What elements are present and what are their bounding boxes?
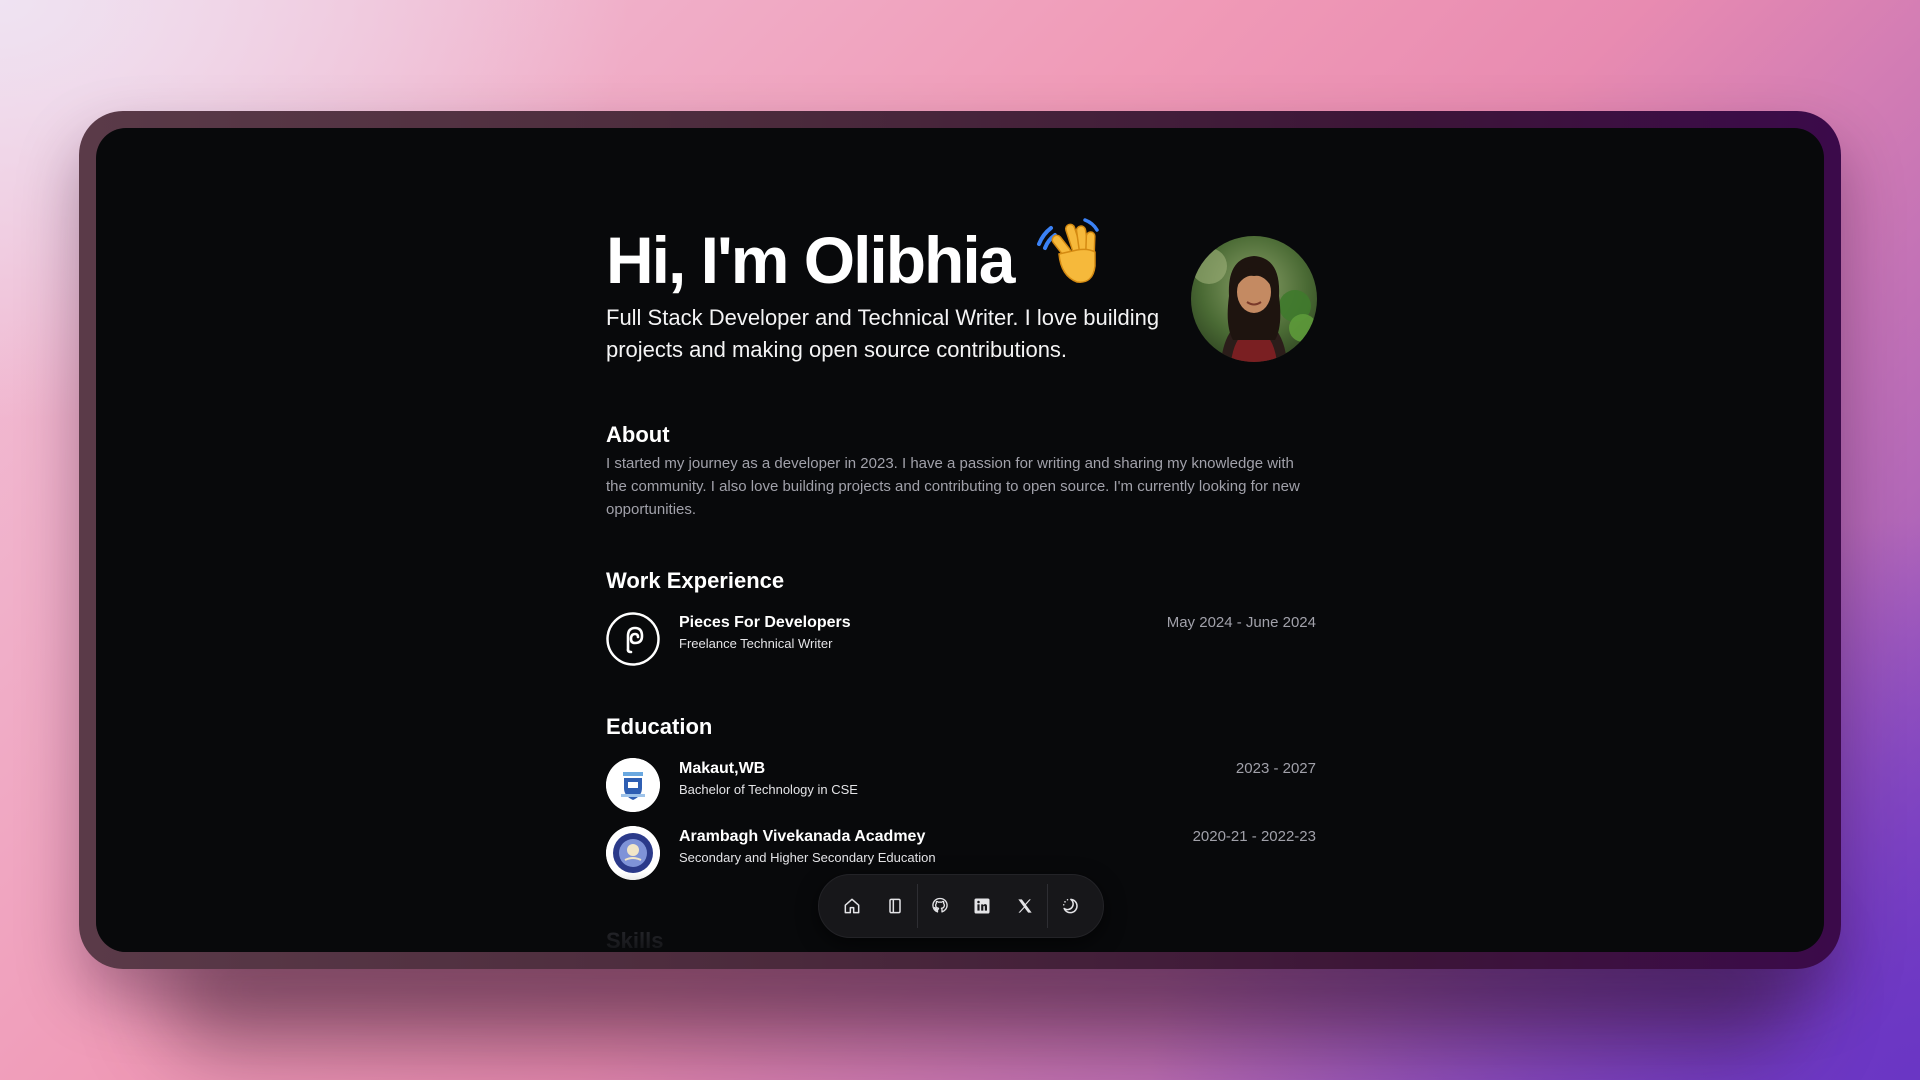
- school-name: Makaut,WB: [679, 760, 766, 777]
- education-dates: 2023 - 2027: [1235, 760, 1316, 777]
- greeting-text: Hi, I'm Olibhia: [606, 223, 1015, 297]
- blog-button[interactable]: [873, 884, 915, 929]
- dock-separator: [1046, 884, 1048, 928]
- school-name: Arambagh Vivekanada Acadmey: [679, 828, 926, 845]
- hero-tagline: Full Stack Developer and Technical Write…: [606, 305, 1160, 362]
- about-text: I started my journey as a developer in 2…: [606, 455, 1300, 518]
- theme-toggle-button[interactable]: [1049, 884, 1091, 929]
- home-icon: [844, 898, 860, 914]
- github-button[interactable]: [919, 884, 961, 929]
- arambagh-logo-icon: [606, 826, 660, 880]
- degree: Secondary and Higher Secondary Education: [679, 850, 936, 865]
- skills-heading: Skills: [606, 928, 664, 952]
- waving-hand-icon: [1033, 214, 1109, 307]
- work-entry-pieces[interactable]: Pieces For Developers Freelance Technica…: [606, 612, 1316, 668]
- github-icon: [932, 897, 948, 913]
- education-heading: Education: [606, 714, 713, 739]
- x-icon: [1017, 899, 1032, 913]
- work-heading: Work Experience: [606, 568, 785, 593]
- x-button[interactable]: [1003, 884, 1045, 929]
- theme-toggle-icon: [1062, 898, 1078, 914]
- notebook-icon: [888, 898, 901, 914]
- makaut-logo-icon: [606, 758, 660, 812]
- linkedin-button[interactable]: [961, 884, 1003, 929]
- education-entry-makaut[interactable]: Makaut,WB Bachelor of Technology in CSE …: [606, 758, 1316, 814]
- pieces-logo-icon: [606, 612, 660, 666]
- home-button[interactable]: [831, 884, 873, 929]
- work-dates: May 2024 - June 2024: [1166, 614, 1316, 631]
- dock-separator: [916, 884, 918, 928]
- linkedin-icon: [974, 898, 990, 914]
- hero-greeting: Hi, I'm Olibhia: [606, 218, 1109, 307]
- portfolio-screen: Hi, I'm Olibhia Full Stack Developer and…: [96, 128, 1824, 952]
- bottom-dock: [818, 874, 1104, 938]
- about-heading: About: [606, 422, 670, 447]
- job-role: Freelance Technical Writer: [679, 636, 833, 651]
- education-dates: 2020-21 - 2022-23: [1192, 828, 1316, 845]
- company-name: Pieces For Developers: [679, 614, 851, 631]
- degree: Bachelor of Technology in CSE: [679, 782, 858, 797]
- avatar: [1191, 236, 1317, 362]
